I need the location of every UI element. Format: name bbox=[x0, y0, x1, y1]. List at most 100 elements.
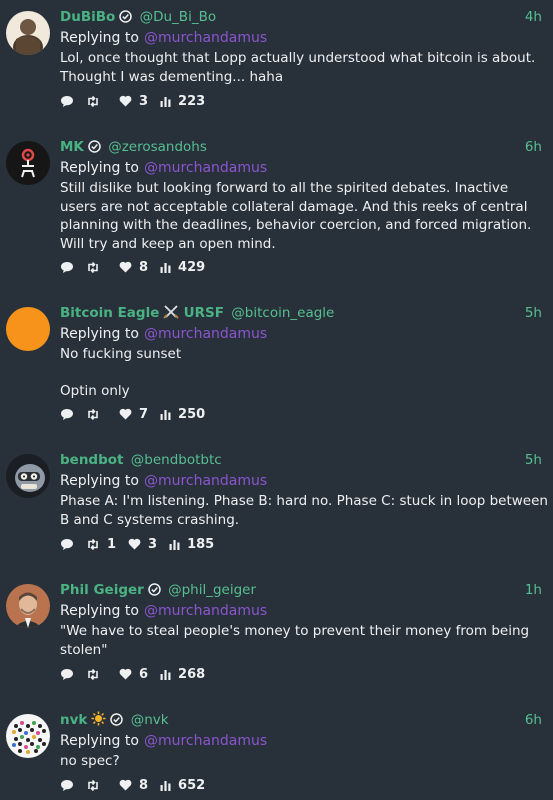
mention-link[interactable]: @murchandamus bbox=[144, 603, 267, 619]
portrait-avatar-icon bbox=[6, 11, 50, 55]
user-handle[interactable]: @bitcoin_eagle bbox=[231, 305, 334, 321]
post-time[interactable]: 5h bbox=[525, 302, 542, 324]
display-name[interactable]: nvk bbox=[60, 712, 87, 728]
repost-action[interactable] bbox=[86, 261, 107, 274]
repost-action[interactable] bbox=[86, 668, 107, 681]
display-name[interactable]: DuBiBo bbox=[60, 9, 115, 25]
comment-icon bbox=[61, 261, 73, 273]
view-count: 429 bbox=[178, 259, 206, 275]
avatar[interactable] bbox=[6, 307, 50, 351]
reply-action[interactable] bbox=[60, 668, 74, 681]
avatar[interactable] bbox=[6, 584, 50, 628]
avatar[interactable] bbox=[6, 141, 50, 185]
comment-icon bbox=[61, 668, 73, 680]
post-text: Phase A: I'm listening. Phase B: hard no… bbox=[60, 493, 548, 528]
post-actions: 8 429 bbox=[60, 258, 217, 276]
like-count: 7 bbox=[139, 406, 149, 422]
display-name[interactable]: Bitcoin Eagle bbox=[60, 305, 159, 321]
post-header: Bitcoin Eagle URSF @bitcoin_eagle 5h bbox=[60, 302, 548, 324]
views-action[interactable]: 223 bbox=[160, 94, 205, 109]
mention-link[interactable]: @murchandamus bbox=[144, 160, 267, 176]
repost-action[interactable] bbox=[86, 95, 107, 108]
post-time[interactable]: 6h bbox=[525, 136, 542, 158]
comment-icon bbox=[61, 538, 73, 550]
reply-action[interactable] bbox=[60, 538, 74, 551]
verified-badge-icon bbox=[88, 140, 101, 153]
comment-icon bbox=[61, 408, 73, 420]
orange-circle-avatar-icon bbox=[6, 307, 50, 351]
replying-to: Replying to @murchandamus bbox=[60, 601, 548, 621]
post-header: DuBiBo @Du_Bi_Bo 4h bbox=[60, 6, 548, 28]
sun-icon bbox=[91, 711, 106, 726]
like-action[interactable]: 8 bbox=[119, 260, 148, 275]
view-count: 185 bbox=[187, 536, 215, 552]
reply-action[interactable] bbox=[60, 95, 74, 108]
avatar[interactable] bbox=[6, 454, 50, 498]
post-time[interactable]: 5h bbox=[525, 449, 542, 471]
replying-to: Replying to @murchandamus bbox=[60, 324, 548, 344]
like-count: 3 bbox=[148, 536, 158, 552]
portrait-avatar-icon bbox=[6, 584, 50, 628]
display-name[interactable]: Phil Geiger bbox=[60, 582, 144, 598]
reply-action[interactable] bbox=[60, 779, 74, 792]
like-action[interactable]: 7 bbox=[119, 407, 148, 422]
reply-action[interactable] bbox=[60, 261, 74, 274]
repost-action[interactable] bbox=[86, 779, 107, 792]
post-text: no spec? bbox=[60, 753, 120, 769]
repost-icon bbox=[88, 538, 98, 550]
display-name[interactable]: bendbot bbox=[60, 452, 124, 468]
user-handle[interactable]: @bendbotbtc bbox=[131, 452, 222, 468]
reply-action[interactable] bbox=[60, 408, 74, 421]
post-time[interactable]: 1h bbox=[525, 579, 542, 601]
verified-badge-icon bbox=[119, 10, 133, 23]
user-handle[interactable]: @nvk bbox=[131, 712, 169, 728]
views-action[interactable]: 429 bbox=[160, 260, 205, 275]
post-time[interactable]: 6h bbox=[525, 709, 542, 731]
views-action[interactable]: 185 bbox=[169, 537, 214, 552]
robot-avatar-icon bbox=[6, 454, 50, 498]
user-handle[interactable]: @zerosandohs bbox=[108, 139, 207, 155]
post-actions: 3 223 bbox=[60, 92, 217, 110]
display-name-suffix[interactable]: URSF bbox=[184, 305, 224, 321]
post-text: Lol, once thought that Lopp actually und… bbox=[60, 50, 536, 85]
views-action[interactable]: 250 bbox=[160, 407, 205, 422]
views-chart-icon bbox=[160, 96, 171, 107]
views-action[interactable]: 268 bbox=[160, 667, 205, 682]
post-header: nvk @nvk 6h bbox=[60, 709, 548, 731]
mention-link[interactable]: @murchandamus bbox=[144, 30, 267, 46]
user-handle[interactable]: @Du_Bi_Bo bbox=[140, 9, 217, 25]
repost-action[interactable]: 1 bbox=[86, 537, 116, 552]
view-count: 250 bbox=[178, 406, 206, 422]
views-chart-icon bbox=[160, 780, 171, 791]
views-action[interactable]: 652 bbox=[160, 778, 205, 793]
like-count: 6 bbox=[139, 666, 149, 682]
views-chart-icon bbox=[160, 262, 171, 273]
views-chart-icon bbox=[169, 539, 180, 550]
display-name[interactable]: MK bbox=[60, 139, 84, 155]
glyph-avatar-icon bbox=[6, 141, 50, 185]
post-header: Phil Geiger @phil_geiger 1h bbox=[60, 579, 548, 601]
mention-link[interactable]: @murchandamus bbox=[144, 473, 267, 489]
user-handle[interactable]: @phil_geiger bbox=[168, 582, 256, 598]
mention-link[interactable]: @murchandamus bbox=[144, 733, 267, 749]
avatar[interactable] bbox=[6, 11, 50, 55]
avatar[interactable] bbox=[6, 714, 50, 758]
repost-action[interactable] bbox=[86, 408, 107, 421]
views-chart-icon bbox=[160, 669, 171, 680]
replying-to: Replying to @murchandamus bbox=[60, 471, 548, 491]
verified-badge-icon bbox=[148, 583, 161, 596]
like-action[interactable]: 6 bbox=[119, 667, 148, 682]
repost-icon bbox=[88, 408, 98, 420]
repost-icon bbox=[88, 668, 98, 680]
like-action[interactable]: 8 bbox=[119, 778, 148, 793]
heart-icon bbox=[119, 95, 132, 107]
replying-to: Replying to @murchandamus bbox=[60, 28, 548, 48]
like-action[interactable]: 3 bbox=[128, 537, 157, 552]
mention-link[interactable]: @murchandamus bbox=[144, 326, 267, 342]
post-actions: 6 268 bbox=[60, 665, 217, 683]
like-action[interactable]: 3 bbox=[119, 94, 148, 109]
post-text: "We have to steal people's money to prev… bbox=[60, 623, 530, 658]
heart-icon bbox=[119, 261, 132, 273]
post-time[interactable]: 4h bbox=[525, 6, 542, 28]
heart-icon bbox=[119, 779, 132, 791]
